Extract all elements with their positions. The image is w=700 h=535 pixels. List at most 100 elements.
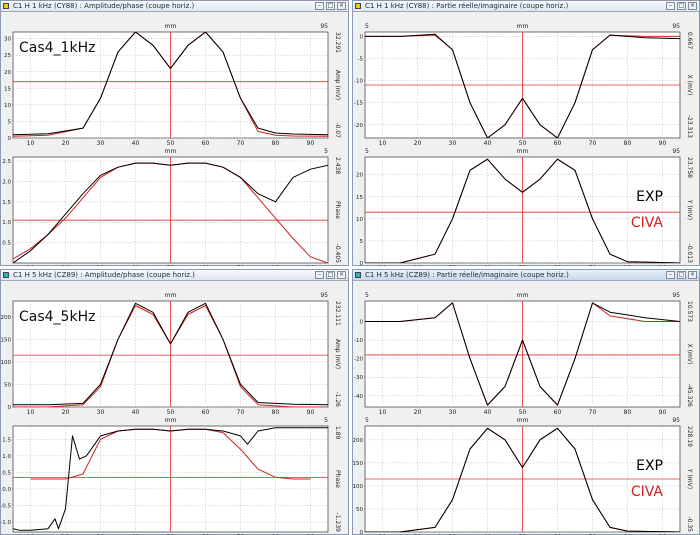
x-tick-label: 10 <box>379 140 387 147</box>
window-app-icon <box>355 272 361 278</box>
y-max-readout: 0.667 <box>686 32 693 49</box>
window-title: C1 H 5 kHz (CZ89) : Amplitude/phase (cou… <box>13 271 195 279</box>
y-tick-label: 10 <box>4 103 11 109</box>
x-tick-label: 80 <box>624 140 632 147</box>
chart-window-3[interactable]: C1 H 5 kHz (CZ89) : Amplitude/phase (cou… <box>0 269 349 535</box>
x-tick-label: 50 <box>519 265 527 266</box>
window-title: C1 H 1 kHz (CY88) : Partie réelle/imagin… <box>365 2 569 10</box>
chart-window-4[interactable]: C1 H 5 kHz (CZ89) : Partie réelle/imagin… <box>352 269 700 535</box>
x-tick-label: 20 <box>414 409 422 416</box>
chart-window-1[interactable]: C1 H 1 kHz (CY88) : Amplitude/phase (cou… <box>0 0 349 266</box>
y-tick-label: 150 <box>353 461 363 467</box>
x-max-label: 95 <box>320 292 328 299</box>
y-min-readout: -0.013 <box>686 244 693 264</box>
plot-lower: mm5102030405060708090-1.0-0.50.00.51.01.… <box>1 417 341 535</box>
x-unit-label: mm <box>517 417 529 424</box>
maximize-icon[interactable]: □ <box>326 271 335 279</box>
y-axis-label: X (mV) <box>686 75 693 96</box>
x-tick-label: 60 <box>202 265 210 266</box>
legend-exp: EXP <box>636 189 663 205</box>
y-min-readout: -1.26 <box>334 391 341 407</box>
minimize-icon[interactable]: – <box>315 2 324 10</box>
maximize-icon[interactable]: □ <box>677 2 686 10</box>
close-icon[interactable]: × <box>337 271 346 279</box>
y-tick-label: 5 <box>8 119 12 125</box>
y-tick-label: 20 <box>4 70 11 76</box>
chart-window-2[interactable]: C1 H 1 kHz (CY88) : Partie réelle/imagin… <box>352 0 700 266</box>
y-tick-label: 1.5 <box>2 200 11 206</box>
x-tick-label: 30 <box>449 409 457 416</box>
y-min-readout: -0.35 <box>686 516 693 532</box>
plot-upper: mm 95 5 10 20 30 40 50 60 70 80 90 0 -5 -10 -15 -20 0.667… <box>354 23 693 147</box>
plot-lower: mm 95 5 10 20 30 40 50 60 70 80 90 0 5 10 15 20 23.758 Y (… <box>356 148 693 266</box>
y-tick-label: -20 <box>354 357 363 363</box>
window-app-icon <box>3 3 9 9</box>
y-tick-label: 5 <box>360 239 364 245</box>
maximize-icon[interactable]: □ <box>326 2 335 10</box>
minimize-icon[interactable]: – <box>666 271 675 279</box>
minimize-icon[interactable]: – <box>315 271 324 279</box>
y-min-readout: -0.07 <box>334 122 341 138</box>
x-unit-label: mm <box>517 292 529 299</box>
x-tick-label: 90 <box>659 265 667 266</box>
y-tick-label: 100 <box>1 360 11 366</box>
close-icon[interactable]: × <box>688 2 697 10</box>
x-min-label: 5 <box>365 23 369 30</box>
y-tick-label: -5 <box>358 57 364 63</box>
y-tick-label: 0 <box>360 261 364 266</box>
y-axis-label: Amp (mV) <box>334 70 341 100</box>
x-max-label: 95 <box>672 148 680 155</box>
x-tick-label: 70 <box>237 409 245 416</box>
x-tick-label: 10 <box>27 265 35 266</box>
y-tick-label: 0.5 <box>2 241 11 247</box>
x-tick-label: 70 <box>237 265 245 266</box>
window-titlebar[interactable]: C1 H 1 kHz (CY88) : Amplitude/phase (cou… <box>1 1 348 12</box>
x-unit-label: mm <box>165 148 177 155</box>
plot-lower: mm 5 10 20 30 40 50 60 70 80 90 0.5 1.0 1.5 2.0 2.5 2.43… <box>2 148 341 266</box>
x-max-label: 5 <box>324 417 328 424</box>
window-titlebar[interactable]: C1 H 1 kHz (CY88) : Partie réelle/imagin… <box>353 1 699 12</box>
plot-canvas: mm 95510 20 30 40 50 60 70 80 900-5-10-15-200.667… <box>354 23 693 266</box>
y-tick-label: 200 <box>353 438 363 444</box>
legend-civa: CIVA <box>631 484 664 500</box>
y-tick-label: 0 <box>360 319 364 325</box>
y-max-readout: 23.758 <box>686 157 693 178</box>
x-tick-label: 50 <box>519 409 527 416</box>
x-tick-label: 30 <box>449 265 457 266</box>
y-max-readout: 228.19 <box>686 426 693 447</box>
x-tick-label: 90 <box>659 409 667 416</box>
plot-canvas: mm 95510 20 30 40 50 60 70 80 900-10-20-30-4010.5… <box>353 292 693 535</box>
x-tick-label: 60 <box>554 265 562 266</box>
y-tick-label: 15 <box>356 195 363 201</box>
x-tick-label: 90 <box>659 140 667 147</box>
x-tick-label: 10 <box>379 265 387 266</box>
plot-lower: mm955102030405060708090050100150200228.1… <box>353 417 693 535</box>
x-max-label: 95 <box>672 23 680 30</box>
window-titlebar[interactable]: C1 H 5 kHz (CZ89) : Amplitude/phase (cou… <box>1 270 348 281</box>
y-min-readout: -45.326 <box>686 384 693 407</box>
x-tick-label: 80 <box>272 265 280 266</box>
maximize-icon[interactable]: □ <box>677 271 686 279</box>
y-tick-label: 100 <box>353 484 363 490</box>
x-tick-label: 40 <box>132 409 140 416</box>
y-max-readout: 2.438 <box>334 157 341 174</box>
y-tick-label: 0 <box>360 530 364 535</box>
x-max-label: 5 <box>324 148 328 155</box>
y-tick-label: 2.0 <box>2 179 11 185</box>
x-tick-label: 70 <box>589 140 597 147</box>
y-axis-label: Y (mV) <box>686 468 693 489</box>
y-axis-label: Phase <box>334 470 341 488</box>
y-min-readout: -1.239 <box>334 513 341 533</box>
x-unit-label: mm <box>165 292 177 299</box>
x-tick-label: 10 <box>379 409 387 416</box>
close-icon[interactable]: × <box>688 271 697 279</box>
plot-upper: mm 95 5 10 20 30 40 50 60 70 80 90 0 -10 -20 -30 -40 10.5… <box>354 292 693 416</box>
y-tick-label: -10 <box>354 338 363 344</box>
window-titlebar[interactable]: C1 H 5 kHz (CZ89) : Partie réelle/imagin… <box>353 270 699 281</box>
x-tick-label: 40 <box>132 265 140 266</box>
minimize-icon[interactable]: – <box>666 2 675 10</box>
y-tick-label: -10 <box>354 79 363 85</box>
x-tick-label: 60 <box>202 140 210 147</box>
close-icon[interactable]: × <box>337 2 346 10</box>
x-max-label: 95 <box>672 417 680 424</box>
